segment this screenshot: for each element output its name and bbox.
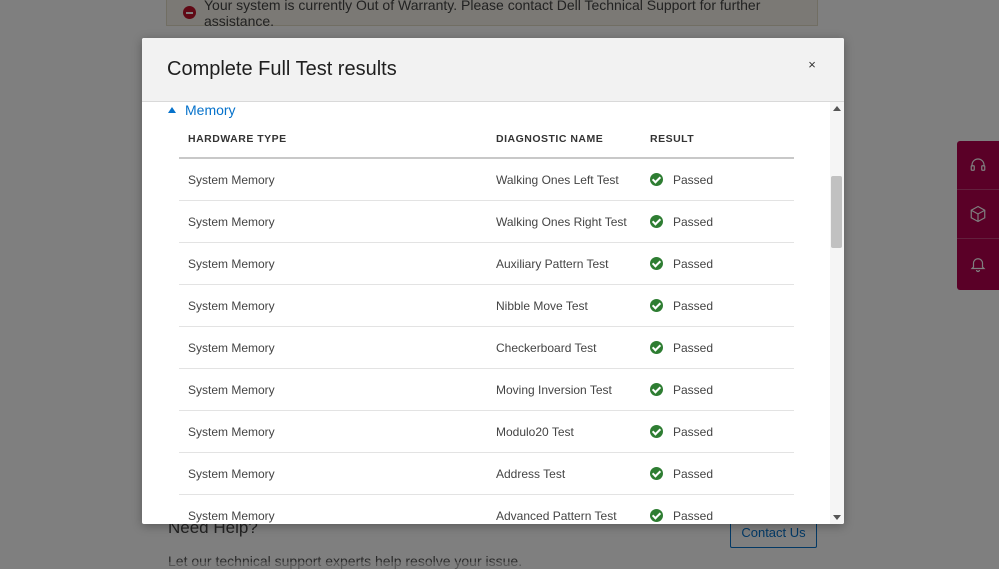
table-row: System Memory Auxiliary Pattern Test Passe… (179, 243, 794, 285)
close-button[interactable]: × (804, 56, 820, 72)
diagnostic-name-cell: Advanced Pattern Test (496, 508, 617, 523)
hardware-type-cell: System Memory (188, 382, 275, 397)
result-cell: Passed (640, 215, 794, 229)
diagnostic-name-cell: Nibble Move Test (496, 298, 588, 313)
diagnostic-name-cell: Address Test (496, 466, 566, 481)
diagnostic-name-cell: Modulo20 Test (496, 424, 574, 439)
table-row: System Memory Walking Ones Right Test Pass… (179, 201, 794, 243)
result-cell: Passed (640, 299, 794, 313)
table-body: System Memory Walking Ones Left Test Passe… (179, 159, 794, 524)
scroll-up-arrow-icon[interactable] (833, 106, 841, 111)
table-row: System Memory Walking Ones Left Test Passe… (179, 159, 794, 201)
result-cell: Passed (640, 425, 794, 439)
results-table: HARDWARE TYPE DIAGNOSTIC NAME RESULT Sys… (179, 125, 794, 524)
result-text: Passed (673, 508, 714, 523)
vertical-scrollbar[interactable] (830, 102, 844, 524)
modal-title: Complete Full Test results (167, 58, 397, 80)
check-circle-icon (650, 341, 663, 354)
column-header-hardware-type: HARDWARE TYPE (188, 133, 287, 145)
column-header-diagnostic-name: DIAGNOSTIC NAME (496, 133, 604, 145)
scroll-down-arrow-icon[interactable] (833, 515, 841, 520)
modal-header: Complete Full Test results × (142, 38, 844, 102)
result-text: Passed (673, 382, 714, 397)
check-circle-icon (650, 509, 663, 522)
table-header: HARDWARE TYPE DIAGNOSTIC NAME RESULT (179, 125, 794, 159)
result-text: Passed (673, 256, 714, 271)
result-cell: Passed (640, 173, 794, 187)
result-cell: Passed (640, 341, 794, 355)
diagnostic-name-cell: Checkerboard Test (496, 340, 597, 355)
table-row: System Memory Modulo20 Test Passed (179, 411, 794, 453)
check-circle-icon (650, 299, 663, 312)
table-row: System Memory Advanced Pattern Test Passed (179, 495, 794, 524)
close-icon: × (808, 56, 816, 72)
table-row: System Memory Checkerboard Test Passed (179, 327, 794, 369)
check-circle-icon (650, 215, 663, 228)
result-text: Passed (673, 340, 714, 355)
section-label: Memory (185, 102, 236, 118)
check-circle-icon (650, 383, 663, 396)
diagnostic-name-cell: Auxiliary Pattern Test (496, 256, 609, 271)
result-text: Passed (673, 424, 714, 439)
hardware-type-cell: System Memory (188, 424, 275, 439)
caret-up-icon (168, 107, 176, 113)
hardware-type-cell: System Memory (188, 466, 275, 481)
diagnostic-name-cell: Walking Ones Right Test (496, 214, 627, 229)
result-text: Passed (673, 214, 714, 229)
hardware-type-cell: System Memory (188, 508, 275, 523)
hardware-type-cell: System Memory (188, 256, 275, 271)
result-cell: Passed (640, 509, 794, 523)
result-cell: Passed (640, 467, 794, 481)
check-circle-icon (650, 173, 663, 186)
hardware-type-cell: System Memory (188, 172, 275, 187)
table-row: System Memory Moving Inversion Test Passed (179, 369, 794, 411)
hardware-type-cell: System Memory (188, 214, 275, 229)
result-text: Passed (673, 466, 714, 481)
check-circle-icon (650, 425, 663, 438)
modal-body: Memory HARDWARE TYPE DIAGNOSTIC NAME RES… (142, 102, 844, 524)
check-circle-icon (650, 257, 663, 270)
result-text: Passed (673, 172, 714, 187)
diagnostic-name-cell: Walking Ones Left Test (496, 172, 619, 187)
memory-section-toggle[interactable]: Memory (168, 102, 236, 118)
table-row: System Memory Address Test Passed (179, 453, 794, 495)
result-cell: Passed (640, 257, 794, 271)
diagnostic-name-cell: Moving Inversion Test (496, 382, 612, 397)
column-header-result: RESULT (650, 133, 695, 145)
hardware-type-cell: System Memory (188, 298, 275, 313)
result-text: Passed (673, 298, 714, 313)
hardware-type-cell: System Memory (188, 340, 275, 355)
result-cell: Passed (640, 383, 794, 397)
scroll-thumb[interactable] (831, 176, 842, 248)
test-results-modal: Complete Full Test results × Memory HARD… (142, 38, 844, 524)
check-circle-icon (650, 467, 663, 480)
table-row: System Memory Nibble Move Test Passed (179, 285, 794, 327)
